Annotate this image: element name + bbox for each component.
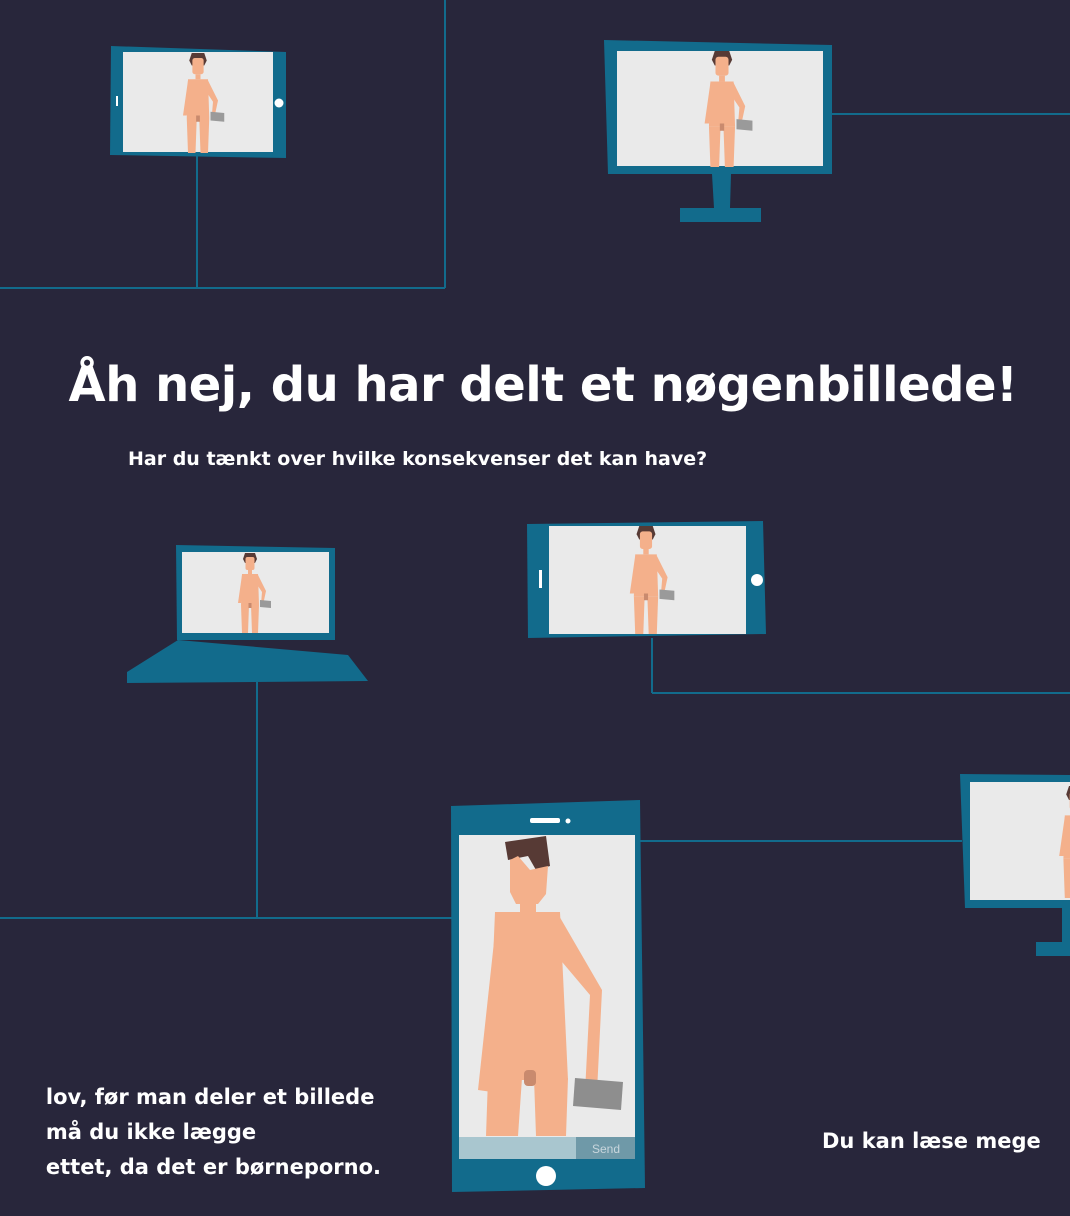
- connection-network: [0, 0, 1070, 1192]
- subheadline: Har du tænkt over hvilke konsekvenser de…: [128, 448, 708, 470]
- headline: Åh nej, du har delt et nøgenbillede!: [68, 357, 1018, 413]
- left-info-line: lov, før man deler et billede: [45, 1085, 375, 1109]
- smartphone-icon: [451, 800, 645, 1192]
- tablet-icon: [110, 46, 286, 158]
- right-info-text: Du kan læse mege: [822, 1129, 1041, 1153]
- monitor-icon: [960, 774, 1070, 956]
- laptop-icon: [127, 545, 368, 683]
- monitor-icon: [604, 40, 832, 222]
- send-button[interactable]: Send: [576, 1138, 636, 1160]
- tablet-icon: [527, 521, 766, 638]
- left-info-line: ettet, da det er børneporno.: [45, 1155, 381, 1179]
- left-info-text: lov, før man deler et billede må du ikke…: [46, 1080, 381, 1185]
- left-info-line: må du ikke lægge: [45, 1120, 257, 1144]
